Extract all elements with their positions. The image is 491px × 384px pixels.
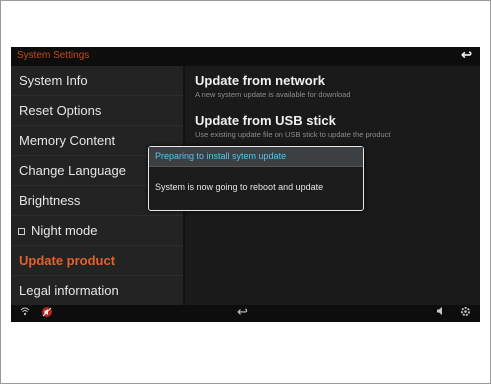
screen-title: System Settings: [17, 50, 90, 61]
dialog-title-bar: Preparing to install sytem update: [149, 147, 363, 167]
night-mode-checkbox[interactable]: [18, 228, 25, 235]
wifi-icon: [20, 306, 30, 319]
sidebar-item-label: Change Language: [19, 163, 126, 178]
frame: System Settings ↩ System Info Reset Opti…: [0, 0, 491, 384]
sidebar-item-label: Reset Options: [19, 103, 102, 118]
volume-icon[interactable]: [436, 306, 446, 319]
back-icon[interactable]: ↩: [237, 304, 248, 320]
sidebar-item-night-mode[interactable]: Night mode: [11, 216, 183, 246]
sidebar-item-reset-options[interactable]: Reset Options: [11, 96, 183, 126]
sidebar-item-label: Brightness: [19, 193, 81, 208]
bottom-bar: ↩: [11, 304, 480, 322]
sidebar-item-update-product[interactable]: Update product: [11, 246, 183, 276]
dialog-message: System is now going to reboot and update: [155, 182, 324, 192]
update-dialog: Preparing to install sytem update System…: [148, 146, 364, 211]
dialog-title: Preparing to install sytem update: [155, 151, 287, 161]
back-icon[interactable]: ↩: [461, 47, 472, 63]
sidebar-item-label: Night mode: [31, 223, 98, 238]
device-screen: System Settings ↩ System Info Reset Opti…: [11, 47, 480, 322]
option-title: Update from USB stick: [195, 113, 336, 128]
update-from-network-option[interactable]: Update from network A new system update …: [195, 73, 475, 99]
option-subtitle: Use existing update file on USB stick to…: [195, 130, 391, 139]
option-subtitle: A new system update is available for dow…: [195, 90, 351, 99]
sidebar-item-label: System Info: [19, 73, 88, 88]
sidebar-item-label: Legal information: [19, 283, 119, 298]
sidebar-item-legal-information[interactable]: Legal information: [11, 276, 183, 306]
title-bar: System Settings ↩: [11, 47, 480, 66]
sidebar-item-system-info[interactable]: System Info: [11, 66, 183, 96]
update-from-usb-option[interactable]: Update from USB stick Use existing updat…: [195, 113, 475, 139]
mute-icon: [41, 306, 53, 321]
option-title: Update from network: [195, 73, 326, 88]
gear-icon[interactable]: [460, 306, 471, 320]
sidebar-item-label: Update product: [19, 253, 116, 268]
sidebar-item-label: Memory Content: [19, 133, 116, 148]
